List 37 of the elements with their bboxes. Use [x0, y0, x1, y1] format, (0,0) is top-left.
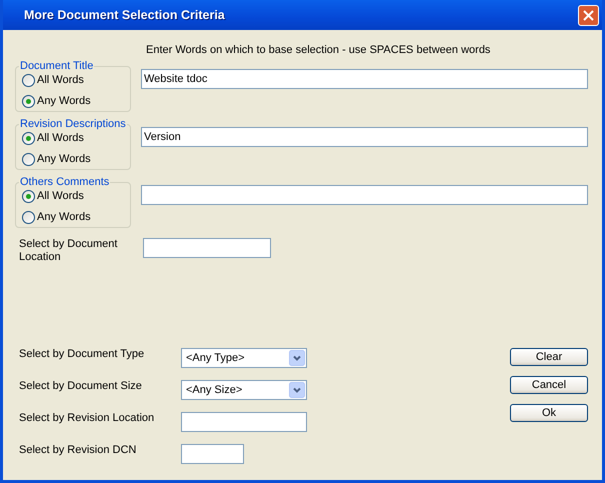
close-icon: [583, 10, 594, 20]
field-label: Select by Document Location: [18, 238, 118, 264]
dialog-button[interactable]: Clear: [510, 348, 588, 366]
radio-button[interactable]: [22, 152, 35, 166]
group-label: Document Title: [19, 60, 94, 72]
dialog-button[interactable]: Ok: [510, 404, 588, 422]
location-field[interactable]: [143, 238, 271, 258]
field-label: Select by Revision DCN: [19, 444, 138, 456]
radio-option[interactable]: All Words: [22, 130, 130, 146]
radio-button[interactable]: [22, 210, 35, 224]
radio-option[interactable]: Any Words: [22, 93, 130, 109]
field-label: Select by Document Type: [19, 348, 146, 360]
radio-button[interactable]: [22, 94, 35, 108]
search-field[interactable]: Version: [141, 127, 588, 147]
radio-option[interactable]: Any Words: [22, 151, 130, 167]
radio-option[interactable]: All Words: [22, 188, 130, 204]
search-field[interactable]: Website tdoc: [141, 69, 588, 89]
search-field[interactable]: [141, 185, 588, 205]
radio-option[interactable]: Any Words: [22, 209, 130, 225]
group-label: Revision Descriptions: [19, 118, 127, 130]
dropdown[interactable]: <Any Type>: [181, 348, 307, 368]
field-label: Select by Revision Location: [19, 412, 156, 424]
chevron-down-icon: [289, 350, 305, 366]
dialog-button[interactable]: Cancel: [510, 376, 588, 394]
field-label: Select by Document Size: [19, 380, 143, 392]
close-button[interactable]: [578, 4, 599, 26]
group-label: Others Comments: [19, 176, 110, 188]
radio-button[interactable]: [22, 190, 35, 202]
radio-option[interactable]: All Words: [22, 72, 130, 88]
radio-button[interactable]: [22, 74, 35, 86]
text-field[interactable]: [181, 444, 244, 464]
chevron-down-icon: [289, 382, 305, 398]
window-title: More Document Selection Criteria: [24, 8, 225, 22]
radio-button[interactable]: [22, 132, 35, 144]
text-field[interactable]: [181, 412, 307, 432]
instruction-text: Enter Words on which to base selection - use SPACES between words: [146, 44, 492, 56]
dropdown[interactable]: <Any Size>: [181, 380, 307, 400]
